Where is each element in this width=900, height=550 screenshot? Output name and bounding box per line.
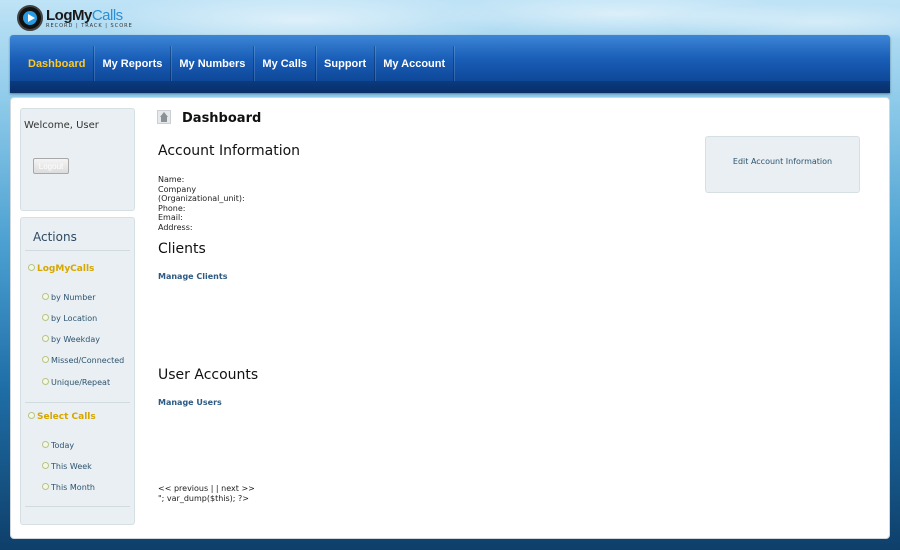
sidebar-item-by-number[interactable]: by Number (42, 293, 96, 302)
field-company-label: Company (Organizational_unit): (158, 184, 245, 204)
home-icon[interactable] (157, 110, 171, 124)
logout-button[interactable]: Logout (33, 158, 69, 174)
bullet-icon (42, 462, 49, 469)
sidebar-item-by-location[interactable]: by Location (42, 314, 97, 323)
clients-heading: Clients (158, 241, 206, 257)
logo-play-icon (17, 5, 43, 31)
manage-clients-link[interactable]: Manage Clients (158, 272, 227, 281)
logo-wordmark: LogMyCalls (46, 6, 123, 24)
main-navbar: Dashboard My Reports My Numbers My Calls… (10, 35, 890, 93)
logo[interactable]: LogMyCalls RECORD | TRACK | SCORE (17, 3, 133, 33)
field-name-label: Name: (158, 175, 185, 184)
user-accounts-heading: User Accounts (158, 367, 259, 383)
sidebar-item-this-month[interactable]: This Month (42, 483, 95, 492)
divider (25, 250, 130, 251)
section-select-calls[interactable]: Select Calls (28, 412, 96, 422)
page-title: Dashboard (182, 111, 262, 126)
nav-my-numbers[interactable]: My Numbers (171, 46, 255, 82)
edit-account-box: Edit Account Information (705, 136, 860, 193)
bullet-icon (28, 264, 35, 271)
logo-tagline: RECORD | TRACK | SCORE (46, 22, 133, 29)
sidebar-item-this-week[interactable]: This Week (42, 462, 92, 471)
bullet-icon (42, 335, 49, 342)
bullet-icon (42, 293, 49, 300)
actions-title: Actions (33, 230, 77, 244)
divider (25, 402, 130, 403)
divider (25, 506, 130, 507)
account-fields: Name: Company (Organizational_unit): Pho… (158, 175, 245, 233)
actions-box: Actions LogMyCalls by Number by Location… (20, 217, 135, 525)
bullet-icon (42, 314, 49, 321)
welcome-text: Welcome, User (24, 120, 99, 131)
bullet-icon (28, 412, 35, 419)
nav-my-calls[interactable]: My Calls (254, 46, 317, 82)
nav-dashboard[interactable]: Dashboard (20, 46, 95, 82)
manage-users-link[interactable]: Manage Users (158, 398, 222, 407)
nav-my-reports[interactable]: My Reports (94, 46, 172, 82)
edit-account-link[interactable]: Edit Account Information (706, 157, 859, 166)
field-phone-label: Phone: (158, 203, 186, 213)
bullet-icon (42, 378, 49, 385)
sidebar-item-missed-connected[interactable]: Missed/Connected (42, 356, 124, 365)
nav-support[interactable]: Support (316, 46, 376, 82)
bullet-icon (42, 356, 49, 363)
sidebar-item-by-weekday[interactable]: by Weekday (42, 335, 100, 344)
bullet-icon (42, 483, 49, 490)
sidebar: Welcome, User Logout Actions LogMyCalls … (20, 108, 135, 525)
nav-my-account[interactable]: My Account (375, 46, 455, 82)
pager-links[interactable]: << previous | | next >> (158, 484, 255, 494)
pager: << previous | | next >> "; var_dump($thi… (158, 484, 255, 503)
bullet-icon (42, 441, 49, 448)
account-info-heading: Account Information (158, 143, 301, 159)
section-logmycalls[interactable]: LogMyCalls (28, 264, 94, 274)
field-address-label: Address: (158, 222, 193, 232)
debug-text: "; var_dump($this); ?> (158, 493, 249, 503)
sidebar-item-today[interactable]: Today (42, 441, 74, 450)
sidebar-item-unique-repeat[interactable]: Unique/Repeat (42, 378, 110, 387)
content-panel: Welcome, User Logout Actions LogMyCalls … (10, 97, 890, 539)
field-email-label: Email: (158, 213, 183, 223)
welcome-box: Welcome, User Logout (20, 108, 135, 211)
